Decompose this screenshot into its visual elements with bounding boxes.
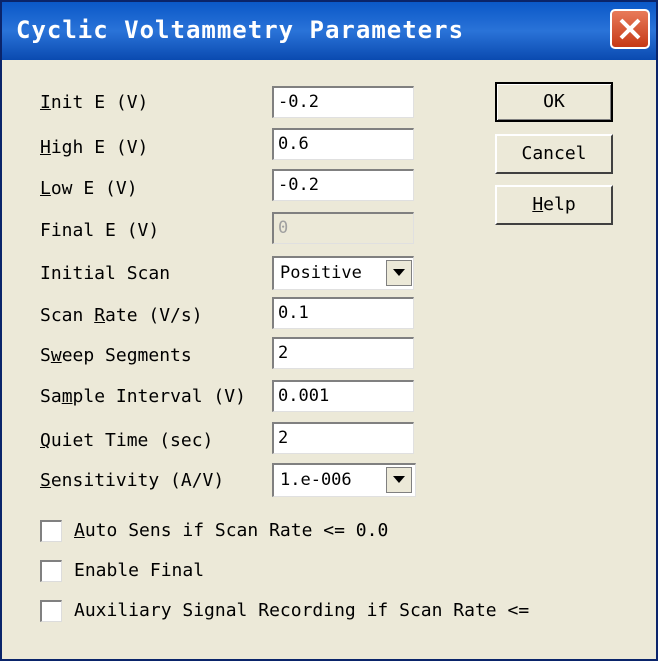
- auxiliary-signal-checkbox[interactable]: [40, 600, 62, 622]
- enable-final-label: Enable Final: [74, 560, 205, 581]
- cv-parameters-dialog: Cyclic Voltammetry Parameters Init E (V)…: [0, 0, 658, 661]
- sensitivity-dropdown-button[interactable]: [386, 467, 412, 493]
- ok-button[interactable]: OK: [495, 82, 613, 122]
- init-e-label: Init E (V): [40, 92, 149, 113]
- scan-rate-label: Scan Rate (V/s): [40, 305, 203, 326]
- low-e-label: Low E (V): [40, 178, 138, 199]
- initial-scan-label: Initial Scan: [40, 263, 171, 284]
- high-e-label: High E (V): [40, 137, 149, 158]
- enable-final-checkbox[interactable]: [40, 560, 62, 582]
- initial-scan-select[interactable]: Positive: [272, 256, 414, 290]
- sensitivity-label: Sensitivity (A/V): [40, 470, 225, 491]
- sensitivity-value: 1.e-006: [280, 470, 352, 490]
- scan-rate-input[interactable]: 0.1: [272, 297, 414, 329]
- chevron-down-icon: [393, 269, 405, 276]
- help-button[interactable]: Help: [495, 185, 613, 225]
- sweep-segments-label: Sweep Segments: [40, 345, 192, 366]
- high-e-input[interactable]: 0.6: [272, 128, 414, 160]
- sample-interval-input[interactable]: 0.001: [272, 380, 414, 412]
- dialog-title: Cyclic Voltammetry Parameters: [16, 16, 465, 44]
- sample-interval-label: Sample Interval (V): [40, 386, 246, 407]
- init-e-input[interactable]: -0.2: [272, 86, 414, 118]
- auto-sens-checkbox[interactable]: [40, 520, 62, 542]
- quiet-time-label: Quiet Time (sec): [40, 430, 214, 451]
- close-icon: [619, 18, 641, 40]
- quiet-time-input[interactable]: 2: [272, 422, 414, 454]
- auxiliary-signal-label: Auxiliary Signal Recording if Scan Rate …: [74, 600, 530, 621]
- final-e-input: 0: [272, 212, 414, 244]
- low-e-input[interactable]: -0.2: [272, 169, 414, 201]
- initial-scan-dropdown-button[interactable]: [386, 260, 412, 286]
- sweep-segments-input[interactable]: 2: [272, 337, 414, 369]
- cancel-button[interactable]: Cancel: [495, 134, 613, 174]
- chevron-down-icon: [393, 476, 405, 483]
- initial-scan-value: Positive: [280, 263, 362, 283]
- title-bar[interactable]: Cyclic Voltammetry Parameters: [2, 2, 656, 60]
- sensitivity-select[interactable]: 1.e-006: [272, 463, 416, 497]
- auto-sens-label: Auto Sens if Scan Rate <= 0.0: [74, 520, 389, 541]
- close-button[interactable]: [610, 9, 650, 49]
- final-e-label: Final E (V): [40, 220, 160, 241]
